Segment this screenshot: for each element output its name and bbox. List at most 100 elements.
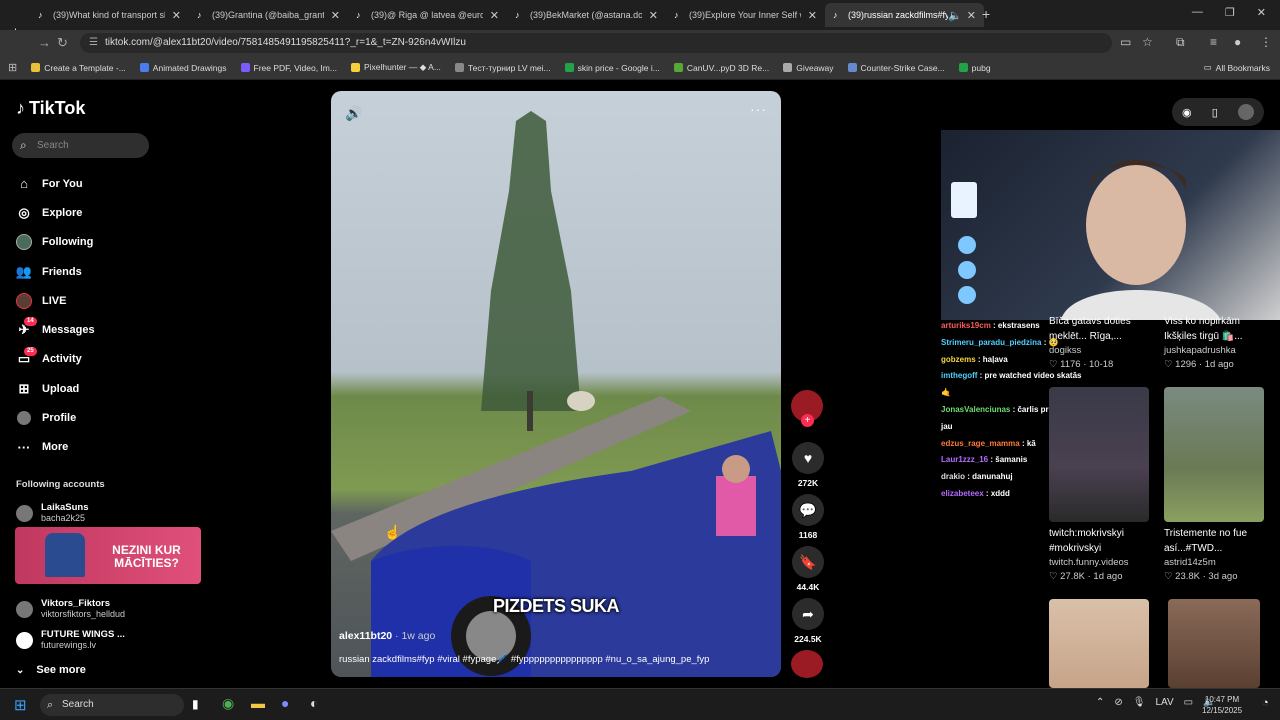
language-indicator[interactable]: LAV <box>1155 697 1173 708</box>
cast-icon[interactable]: ▭ <box>1120 35 1131 49</box>
bookmark[interactable]: skin price - Google i... <box>564 63 660 73</box>
video-card[interactable]: Viss ko nopirkām Ikšķiles tirgū 🛍️... ju… <box>1164 314 1269 372</box>
nav-explore[interactable]: ◎ Explore <box>16 198 95 227</box>
media-icon[interactable]: ≡ <box>1210 35 1217 49</box>
site-info-icon[interactable]: ☰ <box>89 33 98 53</box>
browser-tab[interactable]: ♪(39)Explore Your Inner Self with✕ <box>666 3 825 27</box>
account-item[interactable]: Viktors_Fiktors viktorsfiktors_helldud <box>16 598 125 620</box>
bookmark[interactable]: Animated Drawings <box>139 63 227 73</box>
minimize-icon[interactable]: — <box>1192 6 1203 19</box>
maximize-icon[interactable]: ❐ <box>1225 6 1235 19</box>
nav-for-you[interactable]: ⌂ For You <box>16 169 95 198</box>
address-bar-row: → ↻ ☰ tiktok.com/@alex11bt20/video/75814… <box>0 30 1280 56</box>
folder-icon[interactable]: ▬ <box>251 695 265 711</box>
see-more-button[interactable]: ⌄ See more <box>16 664 86 676</box>
nav-more[interactable]: ··· More <box>16 433 95 462</box>
creator-avatar[interactable]: + <box>791 390 823 427</box>
video-card[interactable]: Bīča gatavs doties meklēt... Rīga,... do… <box>1049 314 1149 372</box>
bookmark[interactable]: Counter-Strike Case... <box>847 63 945 73</box>
browser-tab[interactable]: ♪ (39)@ Riga @ latvea @europe ✕ <box>348 3 507 27</box>
bookmark[interactable]: pubg <box>958 63 991 73</box>
profile-avatar-icon[interactable]: ● <box>1234 35 1241 49</box>
browser-tab[interactable]: ♪ (39)What kind of transport sho ✕ <box>30 3 189 27</box>
coin-icon[interactable]: ◉ <box>1182 106 1192 119</box>
task-view-icon[interactable]: ▮ <box>192 697 199 711</box>
nav-upload[interactable]: ⊞ Upload <box>16 374 95 403</box>
account-item[interactable]: LaikaSuns bacha2k25 <box>16 502 89 524</box>
video-card[interactable] <box>1049 599 1149 688</box>
windows-taskbar: ⊞ ⌕ Search ▮ ◉ ▬ ● ◐ ⌃ ⊘ 🎙 LAV ▭ 🔈 10:47 … <box>0 688 1280 720</box>
close-tab-icon[interactable]: ✕ <box>649 9 658 22</box>
bookmark[interactable]: Pixelhunter — ◆ A... <box>350 62 441 73</box>
comment-button[interactable]: 💬 1168 <box>791 494 825 540</box>
tiktok-logo[interactable]: ♪ TikTok <box>16 98 85 119</box>
bookmark-icon: 🔖 <box>792 546 824 578</box>
reload-icon[interactable]: ↻ <box>57 35 68 51</box>
promo-illustration <box>45 533 85 577</box>
nav-live[interactable]: LIVE <box>16 286 95 315</box>
browser-tab[interactable]: ♪(39)BekMarket (@astana.dostan✕ <box>507 3 666 27</box>
close-tab-icon[interactable]: ✕ <box>490 9 499 22</box>
close-window-icon[interactable]: ✕ <box>1257 6 1266 19</box>
bookmark[interactable]: Giveaway <box>783 63 834 73</box>
discord-icon[interactable]: ● <box>281 695 289 711</box>
chrome-icon[interactable]: ◉ <box>222 695 234 712</box>
video-card[interactable] <box>1168 599 1260 688</box>
system-tray: ⌃ ⊘ 🎙 LAV ▭ 🔈 <box>1096 697 1216 708</box>
new-tab-button[interactable]: + <box>982 6 990 22</box>
share-button[interactable]: ➦ 224.5K <box>791 598 825 644</box>
video-card[interactable]: twitch:mokrivskyi #mokrivskyi twitch.fun… <box>1049 387 1149 584</box>
heart-icon: ♥ <box>792 442 824 474</box>
tiktok-sidebar: ♪ TikTok ⌕ Search ⌂ For You ◎ Explore Follow… <box>0 80 215 688</box>
follow-plus-icon[interactable]: + <box>801 414 814 427</box>
notification-icon[interactable]: ◔ <box>1262 697 1269 709</box>
save-button[interactable]: 🔖 44.4K <box>791 546 825 592</box>
app-icon[interactable]: ◐ <box>310 695 318 711</box>
network-off-icon[interactable]: ⊘ <box>1114 697 1122 708</box>
speaker-icon[interactable]: 🔈 <box>948 9 962 22</box>
promo-banner[interactable]: NEZINI KUR MĀCĪTIES? <box>15 527 201 584</box>
like-button[interactable]: ♥ 272K <box>791 442 825 488</box>
url-field[interactable]: ☰ tiktok.com/@alex11bt20/video/758148549… <box>80 33 1112 53</box>
bookmark[interactable]: Create a Template -... <box>31 63 126 73</box>
nav-following[interactable]: Following <box>16 228 95 257</box>
close-tab-icon[interactable]: ✕ <box>331 9 340 22</box>
bookmark-favicon <box>350 63 360 72</box>
taskbar-search[interactable]: ⌕ Search <box>40 694 184 716</box>
search-input[interactable]: ⌕ Search <box>12 133 149 158</box>
chevron-up-icon[interactable]: ⌃ <box>1096 697 1104 708</box>
close-tab-icon[interactable]: ✕ <box>808 9 817 22</box>
video-author[interactable]: alex11bt20 · 1w ago <box>339 630 435 642</box>
browser-tab[interactable]: ♪(39)Grantina (@baiba_grantina)✕ <box>189 3 348 27</box>
more-options-icon[interactable]: ··· <box>750 101 767 117</box>
clock[interactable]: 10:47 PM 12/15/2025 <box>1202 694 1242 716</box>
microphone-icon[interactable]: 🎙 <box>1133 697 1146 708</box>
device-icon[interactable]: ▯ <box>1212 106 1218 119</box>
extensions-icon[interactable]: ⧉ <box>1176 35 1185 50</box>
music-disc-icon[interactable] <box>791 650 823 678</box>
nav-activity[interactable]: ▭ 25 Activity <box>16 345 95 374</box>
bookmark-favicon <box>31 63 41 72</box>
all-bookmarks[interactable]: ▭ All Bookmarks <box>1204 62 1270 73</box>
bookmark[interactable]: CanUV...pyD 3D Re... <box>673 63 769 73</box>
bookmark[interactable]: Free PDF, Video, Im... <box>240 63 337 73</box>
account-item[interactable]: FUTURE WINGS ... futurewings.lv <box>16 629 125 651</box>
video-card[interactable]: Tristemente no fue así...#TWD... astrid1… <box>1164 387 1264 584</box>
mouse-cursor-icon: ☝ <box>384 524 402 540</box>
nav-profile[interactable]: Profile <box>16 403 95 432</box>
display-icon[interactable]: ▭ <box>1184 697 1193 708</box>
user-avatar[interactable] <box>1237 104 1254 120</box>
video-player[interactable]: 🔊 ··· PIZDETS SUKA alex11bt20 · 1w ago r… <box>331 91 781 677</box>
forward-icon[interactable]: → <box>38 35 51 50</box>
bookmark-star-icon[interactable]: ☆ <box>1142 35 1153 49</box>
volume-icon[interactable]: 🔊 <box>345 105 362 122</box>
bookmark[interactable]: Тест-турнир LV mei... <box>454 63 551 73</box>
nav-messages[interactable]: ✈ 14 Messages <box>16 315 95 344</box>
apps-grid-icon[interactable]: ⊞ <box>8 61 17 74</box>
browser-tab-active[interactable]: ♪ (39)russian zackdfilms#fyp 🔈 ✕ <box>825 3 984 27</box>
kebab-menu-icon[interactable]: ⋮ <box>1260 35 1272 49</box>
close-tab-icon[interactable]: ✕ <box>967 9 976 22</box>
nav-friends[interactable]: 👥 Friends <box>16 257 95 286</box>
windows-start-icon[interactable]: ⊞ <box>14 696 27 714</box>
close-tab-icon[interactable]: ✕ <box>172 9 181 22</box>
